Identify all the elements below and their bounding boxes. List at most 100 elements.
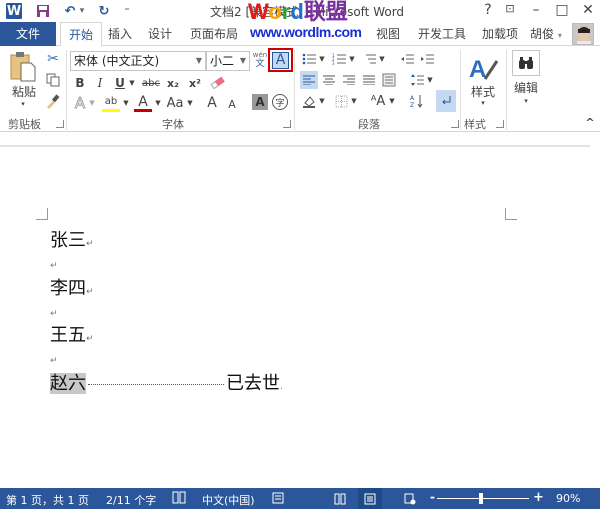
shading-dropdown-icon[interactable]: ▼: [318, 92, 326, 110]
styles-dialog-launcher[interactable]: [496, 120, 504, 128]
align-center-icon[interactable]: [320, 71, 338, 89]
multilevel-dropdown-icon[interactable]: ▼: [378, 51, 386, 67]
increase-indent-icon[interactable]: [418, 51, 436, 67]
document-line[interactable]: 王五↵: [50, 321, 94, 347]
strikethrough-button[interactable]: abc: [140, 74, 162, 92]
font-color-button[interactable]: A: [134, 94, 152, 112]
document-line[interactable]: 张三↵: [50, 226, 94, 252]
close-button[interactable]: ✕: [578, 2, 598, 18]
web-layout-icon[interactable]: [398, 488, 422, 509]
borders-icon[interactable]: [332, 92, 350, 110]
format-painter-icon[interactable]: [44, 92, 62, 110]
font-dialog-launcher[interactable]: [283, 120, 291, 128]
styles-dropdown-icon[interactable]: ▾: [478, 98, 488, 108]
shading-icon[interactable]: [300, 92, 318, 110]
numbering-dropdown-icon[interactable]: ▼: [348, 51, 356, 67]
change-case-dropdown-icon[interactable]: ▼: [186, 94, 194, 112]
zoom-slider-thumb[interactable]: [479, 493, 483, 504]
avatar[interactable]: [572, 23, 594, 45]
decrease-indent-icon[interactable]: [398, 51, 416, 67]
paste-label[interactable]: 粘贴: [10, 84, 38, 99]
numbering-icon[interactable]: 123: [330, 51, 348, 67]
word-count[interactable]: 2/11 个字: [106, 492, 156, 508]
line-spacing-dropdown-icon[interactable]: ▼: [426, 71, 434, 89]
customize-toolbar-icon[interactable]: ⁼: [122, 3, 132, 19]
tab-insert[interactable]: 插入: [100, 22, 140, 46]
clipboard-dialog-launcher[interactable]: [56, 120, 64, 128]
character-shading-button[interactable]: A: [252, 94, 268, 110]
bullets-dropdown-icon[interactable]: ▼: [318, 51, 326, 67]
asian-layout-dropdown-icon[interactable]: ▼: [388, 92, 396, 110]
underline-dropdown-icon[interactable]: ▼: [128, 74, 136, 92]
document-line[interactable]: ↵: [50, 300, 58, 321]
word-app-icon[interactable]: W: [6, 3, 22, 19]
tab-addins[interactable]: 加载项: [474, 22, 526, 46]
character-border-button-highlighted[interactable]: A: [268, 48, 293, 72]
justify-icon[interactable]: [360, 71, 378, 89]
phonetic-guide-button[interactable]: wén 文: [252, 50, 268, 70]
collapse-ribbon-icon[interactable]: ^: [584, 116, 596, 129]
clear-formatting-icon[interactable]: [208, 74, 228, 92]
distributed-icon[interactable]: [380, 71, 398, 89]
tab-design[interactable]: 设计: [140, 22, 180, 46]
align-left-icon[interactable]: [300, 71, 318, 89]
show-hide-marks-icon[interactable]: [436, 90, 456, 112]
paragraph-dialog-launcher[interactable]: [451, 120, 459, 128]
read-mode-icon[interactable]: [328, 488, 352, 509]
help-button[interactable]: ?: [478, 2, 498, 18]
document-area[interactable]: [0, 133, 600, 488]
document-line[interactable]: 赵六 已去世.: [50, 369, 283, 395]
change-case-button[interactable]: Aa: [164, 94, 186, 112]
paste-button[interactable]: [8, 50, 38, 84]
proofing-icon[interactable]: [172, 491, 186, 507]
zoom-out-button[interactable]: -: [430, 490, 435, 504]
page-count[interactable]: 第 1 页，共 1 页: [6, 492, 89, 508]
font-color-dropdown-icon[interactable]: ▼: [154, 94, 162, 112]
font-name-combo[interactable]: 宋体 (中文正文) ▼: [70, 51, 206, 71]
undo-dropdown-icon[interactable]: ▾: [78, 3, 86, 19]
tab-home[interactable]: 开始: [60, 22, 103, 47]
asian-layout-icon[interactable]: ᴬA: [368, 92, 388, 110]
paste-dropdown-icon[interactable]: ▾: [18, 99, 28, 109]
find-binoculars-icon[interactable]: [512, 50, 540, 76]
zoom-slider-track[interactable]: [437, 498, 529, 499]
align-right-icon[interactable]: [340, 71, 358, 89]
styles-button-label[interactable]: 样式: [466, 84, 500, 99]
zoom-percent[interactable]: 90%: [556, 492, 580, 505]
tab-file[interactable]: 文件: [0, 22, 56, 46]
tab-view[interactable]: 视图: [368, 22, 408, 46]
editing-button-label[interactable]: 编辑: [510, 80, 542, 95]
user-account[interactable]: 胡俊 ▾: [530, 22, 562, 48]
subscript-button[interactable]: x₂: [164, 74, 182, 92]
font-size-combo[interactable]: 小二 ▼: [206, 51, 250, 71]
grow-font-button[interactable]: A: [204, 94, 220, 112]
bold-button[interactable]: B: [72, 74, 88, 92]
tab-developer[interactable]: 开发工具: [410, 22, 474, 46]
language-indicator[interactable]: 中文(中国): [202, 492, 255, 508]
document-line[interactable]: ↵: [50, 347, 58, 368]
shrink-font-button[interactable]: A: [224, 96, 240, 112]
copy-icon[interactable]: [44, 71, 62, 89]
undo-icon[interactable]: ↶: [62, 3, 78, 19]
multilevel-list-icon[interactable]: [360, 51, 378, 67]
superscript-button[interactable]: x²: [186, 74, 204, 92]
line-spacing-icon[interactable]: [408, 71, 426, 89]
editing-dropdown-icon[interactable]: ▾: [521, 96, 531, 106]
minimize-button[interactable]: –: [526, 2, 546, 18]
macro-recording-icon[interactable]: [272, 491, 284, 507]
styles-gallery-icon[interactable]: A: [466, 52, 500, 84]
maximize-button[interactable]: □: [552, 2, 572, 18]
tab-layout[interactable]: 页面布局: [182, 22, 246, 46]
enclose-characters-button[interactable]: 字: [272, 94, 288, 110]
ribbon-display-options-button[interactable]: ⊡: [500, 2, 520, 15]
bullets-icon[interactable]: [300, 51, 318, 67]
highlight-button[interactable]: ab: [102, 94, 120, 112]
borders-dropdown-icon[interactable]: ▼: [350, 92, 358, 110]
print-layout-icon[interactable]: [358, 488, 382, 509]
text-effects-button[interactable]: A: [72, 94, 88, 113]
zoom-in-button[interactable]: +: [533, 490, 544, 505]
italic-button[interactable]: I: [92, 74, 108, 92]
underline-button[interactable]: U: [112, 74, 128, 92]
document-line[interactable]: ↵: [50, 252, 58, 273]
highlight-dropdown-icon[interactable]: ▼: [122, 94, 130, 112]
